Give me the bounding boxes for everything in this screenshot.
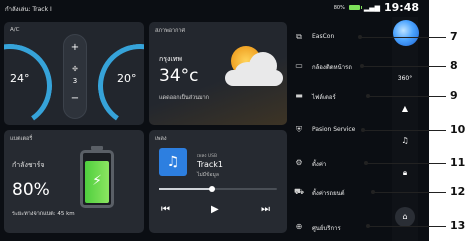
left-temp: 24° (10, 72, 30, 85)
gear-icon: ⚙ (295, 158, 303, 167)
callout-dot (366, 94, 370, 98)
status-right: 80% ▂▄▆ 19:48 (334, 1, 419, 14)
home-icon[interactable]: ⌂ (395, 207, 415, 227)
menu-label: กล้องติดหน้ารถ (312, 64, 352, 71)
signal-icon: ▂▄▆ (363, 3, 380, 12)
callout-dot (361, 128, 365, 132)
callout-dot (358, 35, 362, 39)
music-card[interactable]: เพลง ♫ เพลง USB Track1 ไม่มีข้อมูล ⏮ ▶ ⏭ (149, 130, 287, 233)
callout-number-10: 10 (450, 123, 466, 136)
folder-icon: ▬ (295, 91, 303, 100)
callout-dot (360, 64, 364, 68)
callout-number-13: 13 (450, 219, 466, 232)
screen-mirror-icon: ⧉ (296, 32, 302, 41)
menu-label: ตั้งค่ารถยนต์ (312, 190, 345, 197)
callout-number-12: 12 (450, 185, 466, 198)
callout-line-9 (366, 94, 446, 98)
menu-label: Pasion Service (312, 126, 356, 133)
callout-dot (371, 190, 375, 194)
callout-dot (364, 161, 368, 165)
lock-icon[interactable]: 🔒︎ (395, 163, 415, 183)
music-note-icon: ♫ (159, 148, 187, 176)
battery-cap (91, 146, 103, 150)
callout-line-12 (371, 190, 446, 194)
assistant-orb-icon[interactable] (393, 20, 419, 46)
callout-number-11: 11 (450, 156, 466, 169)
track-info: ไม่มีข้อมูล (197, 172, 219, 178)
weather-desc: แดดออกเป็นส่วนมาก (159, 95, 210, 101)
status-bar: กำลังเล่น: Track I 80% ▂▄▆ 19:48 (0, 0, 429, 17)
next-icon[interactable]: ⏭ (261, 204, 270, 215)
callout-dot (366, 224, 370, 228)
battery-percent-status: 80% (333, 4, 345, 11)
monitor-icon: ▭ (295, 61, 303, 70)
view-360-button[interactable]: 360° (395, 69, 415, 89)
battery-icon (348, 5, 362, 10)
menu-label: ตั้งค่า (312, 161, 327, 168)
fan-control: + ✤ 3 − (63, 34, 87, 119)
right-temp: 20° (117, 72, 137, 85)
music-icon[interactable]: ♫ (395, 131, 415, 151)
progress-fill (159, 188, 213, 190)
callout-number-9: 9 (450, 89, 458, 102)
previous-icon[interactable]: ⏮ (161, 204, 170, 215)
charging-status: กำลังชาร์จ (12, 161, 45, 169)
callout-line-7 (358, 35, 446, 39)
cloud-base (225, 70, 283, 86)
shield-icon: ⛨ (296, 125, 302, 134)
menu-label: ศูนย์บริการ (312, 225, 341, 232)
battery-graphic: ⚡ (80, 146, 114, 208)
lightning-icon: ⚡ (92, 173, 102, 189)
fan-icon: ✤ (72, 65, 78, 73)
weather-title: สภาพอากาศ (155, 28, 185, 34)
music-title: เพลง (155, 136, 167, 142)
callout-line-10 (361, 128, 446, 132)
battery-title: แบตเตอรี่ (10, 136, 33, 142)
battery-card[interactable]: แบตเตอรี่ กำลังชาร์จ 80% ระยะทางจากแบต: … (4, 130, 144, 233)
music-progress[interactable] (159, 186, 277, 192)
ac-card[interactable]: A/C 24° 20° + ✤ 3 − (4, 22, 144, 125)
callout-line-8 (360, 64, 446, 68)
progress-knob[interactable] (209, 186, 216, 192)
car-icon: ⛟ (294, 187, 305, 196)
menu-item-service-center[interactable]: ⊕ ศูนย์บริการ (290, 215, 400, 240)
clock: 19:48 (383, 1, 419, 14)
fan-plus-button[interactable]: + (64, 42, 86, 53)
battery-percent: 80% (12, 180, 50, 200)
music-source: เพลง USB (197, 154, 218, 159)
weather-temp: 34°c (159, 66, 199, 86)
menu-label: ไฟล์เดอร์ (312, 94, 336, 101)
now-playing-status: กำลังเล่น: Track I (5, 6, 52, 13)
fan-minus-button[interactable]: − (64, 93, 86, 104)
weather-card[interactable]: สภาพอากาศ กรุงเทพ 34°c แดดออกเป็นส่วนมาก (149, 22, 287, 125)
callout-number-7: 7 (450, 30, 458, 43)
navigation-icon[interactable]: ▲ (395, 99, 415, 119)
callout-line-11 (364, 161, 446, 165)
weather-city: กรุงเทพ (159, 55, 183, 63)
play-icon[interactable]: ▶ (211, 204, 219, 215)
menu-label: EasCon (312, 33, 335, 40)
battery-range: ระยะทางจากแบต: 45 km (12, 211, 75, 217)
right-sidebar: 360° ▲ ♫ 🔒︎ ⌂ (392, 17, 418, 241)
plus-circle-icon: ⊕ (295, 222, 303, 231)
ac-title: A/C (10, 27, 20, 33)
callout-number-8: 8 (450, 59, 458, 72)
fan-level: 3 (72, 77, 78, 85)
track-name: Track1 (197, 160, 224, 169)
callout-line-13 (366, 224, 446, 228)
